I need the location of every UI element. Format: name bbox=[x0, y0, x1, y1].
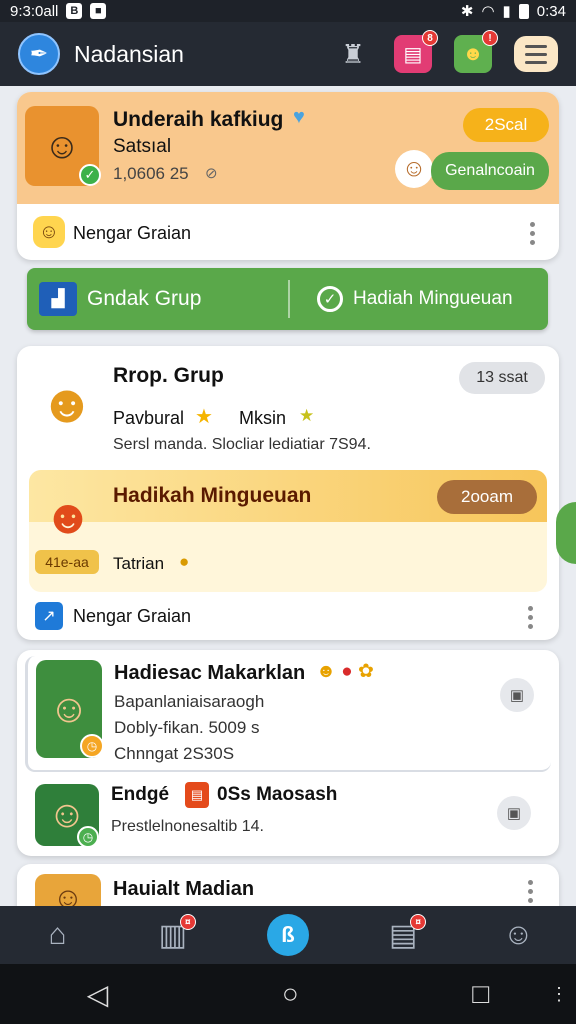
wallet-icon[interactable]: ▥ ¤ bbox=[150, 912, 196, 958]
ticket-icon: ▤ bbox=[185, 782, 209, 808]
app-logo-icon[interactable]: ✒ bbox=[18, 33, 60, 75]
weekly-reward-card[interactable]: ☻ Hadikah Mingueuan 2ooam 41e-aa Tatrian… bbox=[29, 470, 547, 592]
item-line1: Prestlelnonesaltib 14. bbox=[111, 818, 264, 835]
group-line1-a: Pavbural bbox=[113, 408, 185, 428]
partial-list-card[interactable]: ☺ Hauialt Madian bbox=[17, 864, 559, 906]
reward-value-badge: 41e-aa bbox=[35, 550, 99, 574]
center-tab[interactable]: ß bbox=[265, 912, 311, 958]
trophy-icon[interactable]: ♜ bbox=[334, 35, 372, 73]
item-line1: Bapanlaniaisaraogh bbox=[114, 692, 265, 711]
reward-mascot-avatar: ☻ bbox=[42, 490, 94, 544]
back-icon[interactable]: ◁ bbox=[87, 978, 109, 1011]
star-icon: ★ bbox=[299, 406, 315, 425]
group-line1-b: Mksin bbox=[239, 408, 287, 428]
item-line3: Chnngat 2S30S bbox=[114, 744, 235, 763]
clock-text: 0:34 bbox=[536, 2, 566, 20]
item-title: Hadiesac Makarklan bbox=[114, 662, 306, 684]
group-card[interactable]: ☻ Rrop. Grup 13 ssat Pavbural ★ Mksin ★ … bbox=[17, 346, 559, 640]
carrier-signal-text: 9:3:0all bbox=[10, 2, 59, 20]
brand-icon: ß bbox=[266, 914, 309, 956]
home-icon[interactable]: ⌂ bbox=[35, 912, 81, 958]
group-mascot-avatar: ☻ bbox=[31, 358, 103, 450]
hero-pill-badge[interactable]: 2Scal bbox=[463, 108, 549, 142]
notification-badge: 8 bbox=[422, 30, 438, 46]
battery-icon bbox=[518, 3, 529, 19]
weekly-reward-tab-label[interactable]: Hadiah Mingueuan bbox=[353, 288, 513, 310]
more-system-icon[interactable]: ⋮ bbox=[550, 984, 568, 1005]
check-circle-icon: ✓ bbox=[317, 286, 343, 312]
timer-icon: ◷ bbox=[80, 734, 104, 758]
notification-icon: B bbox=[66, 3, 83, 19]
notification-badge: ¤ bbox=[410, 914, 427, 930]
list-item[interactable]: ☺ ◷ Hadiesac Makarklan ☻ ● ✿ Bapanlaniai… bbox=[25, 656, 551, 772]
heart-icon: ♥ bbox=[293, 106, 305, 128]
hamburger-menu-button[interactable] bbox=[514, 36, 558, 72]
profile-hero-card[interactable]: ☺ ✓ Underaih kafkiug ♥ Satsıal 1,0606 25… bbox=[17, 92, 559, 260]
gift-box-icon[interactable]: ▤ 8 bbox=[394, 30, 438, 73]
item-avatar: ☺ bbox=[35, 874, 101, 906]
sword-icon: ↗ bbox=[35, 602, 63, 630]
more-options-icon[interactable] bbox=[530, 222, 535, 245]
wifi-icon: ◠ bbox=[481, 3, 495, 20]
reward-time-badge: 2ooam bbox=[437, 480, 537, 514]
system-navigation-bar: ◁ ○ □ bbox=[0, 964, 576, 1024]
group-description: Sersl manda. Slocliar lediatiar 7S94. bbox=[113, 436, 371, 453]
timer-icon: ◷ bbox=[77, 826, 99, 848]
group-tab-label[interactable]: Gndak Grup bbox=[87, 287, 201, 311]
item-action-button[interactable]: ▣ bbox=[497, 796, 531, 830]
signal-icon: ▮ bbox=[502, 3, 511, 20]
hero-footer-label: Nengar Graian bbox=[73, 223, 192, 243]
group-title: Rrop. Grup bbox=[113, 364, 224, 387]
notification-badge: ¤ bbox=[179, 914, 196, 930]
bottom-navigation: ⌂ ▥ ¤ ß ▤ ¤ ☺ bbox=[0, 906, 576, 964]
recents-icon[interactable]: □ bbox=[472, 978, 489, 1010]
list-item[interactable]: ☺ ◷ Endgé ▤ 0Ss Maosash Prestlelnonesalt… bbox=[25, 778, 551, 852]
reward-title: Hadikah Mingueuan bbox=[113, 484, 312, 507]
app-notification-icon: ■ bbox=[90, 3, 107, 19]
friends-avatar-icon[interactable]: ☻ ! bbox=[454, 30, 498, 73]
home-circle-icon[interactable]: ○ bbox=[282, 978, 299, 1010]
item-title-b: 0Ss Maosash bbox=[217, 784, 338, 805]
more-options-icon[interactable] bbox=[528, 880, 533, 903]
group-footer-label: Nengar Graian bbox=[73, 606, 192, 626]
item-line2: Dobly-fikan. 5009 s bbox=[114, 718, 260, 737]
item-title: Hauialt Madian bbox=[113, 878, 255, 900]
hero-action-button[interactable]: Genalncoain bbox=[431, 152, 549, 190]
floating-action-button[interactable] bbox=[556, 502, 576, 564]
group-time-badge: 13 ssat bbox=[459, 362, 545, 394]
reward-sub-label: Tatrian bbox=[113, 554, 165, 573]
coin-icon: ● bbox=[179, 552, 190, 571]
group-emoji-icon: ☺ bbox=[33, 216, 65, 248]
stats-icon: ⊘ bbox=[205, 165, 218, 182]
profile-icon[interactable]: ☺ bbox=[495, 912, 541, 958]
item-title: Endgé bbox=[111, 784, 170, 805]
verified-check-icon: ✓ bbox=[79, 164, 101, 186]
chart-icon: ▟ bbox=[39, 282, 77, 316]
more-options-icon[interactable] bbox=[528, 606, 533, 629]
notification-badge: ! bbox=[482, 30, 498, 46]
status-bar: 9:3:0all B ■ ✱ ◠ ▮ 0:34 bbox=[0, 0, 576, 22]
hero-title: Underaih kafkiug bbox=[113, 108, 284, 131]
messages-icon[interactable]: ▤ ¤ bbox=[380, 912, 427, 958]
main-feed[interactable]: ☺ ✓ Underaih kafkiug ♥ Satsıal 1,0606 25… bbox=[0, 88, 576, 906]
app-title: Nadansian bbox=[74, 40, 184, 67]
app-bar: ✒ Nadansian ♜ ▤ 8 ☻ ! bbox=[0, 22, 576, 86]
hero-action-avatar: ☺ bbox=[395, 150, 433, 188]
bluetooth-icon: ✱ bbox=[460, 3, 474, 20]
group-actions-bar: ▟ Gndak Grup ✓ Hadiah Mingueuan bbox=[27, 268, 548, 330]
activity-list-card[interactable]: ☺ ◷ Hadiesac Makarklan ☻ ● ✿ Bapanlaniai… bbox=[17, 650, 559, 856]
emoji-icons: ☻ ● ✿ bbox=[316, 661, 374, 682]
star-icon: ★ bbox=[195, 406, 213, 428]
hero-subtitle: Satsıal bbox=[113, 136, 172, 157]
item-action-button[interactable]: ▣ bbox=[500, 678, 534, 712]
hero-stats: 1,0606 25 bbox=[113, 164, 189, 183]
